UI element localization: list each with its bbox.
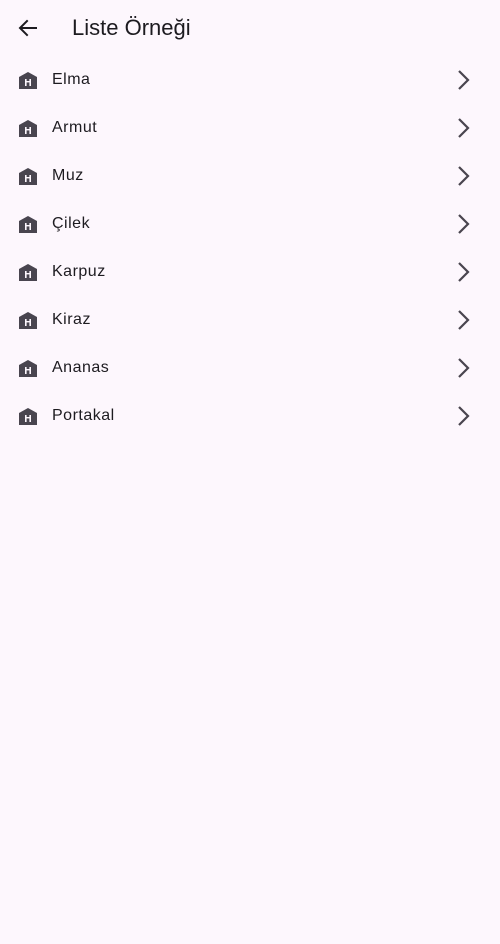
list-item-label: Armut xyxy=(52,119,98,136)
chevron-right-icon xyxy=(458,406,470,426)
list-item[interactable]: Kiraz xyxy=(0,296,500,344)
list-item[interactable]: Armut xyxy=(0,104,500,152)
store-icon xyxy=(19,408,37,425)
store-icon xyxy=(19,264,37,281)
chevron-right-icon xyxy=(458,166,470,186)
store-icon xyxy=(19,120,37,137)
store-icon xyxy=(19,168,37,185)
list-item-label: Ananas xyxy=(52,359,110,376)
chevron-right-icon xyxy=(458,118,470,138)
list-item-label: Kiraz xyxy=(52,311,91,328)
fruit-list: Elma Armut Muz Çilek Karpuz Kiraz Ananas… xyxy=(0,56,500,440)
chevron-right-icon xyxy=(458,262,470,282)
list-item[interactable]: Ananas xyxy=(0,344,500,392)
store-icon xyxy=(19,72,37,89)
store-icon xyxy=(19,216,37,233)
list-item-label: Portakal xyxy=(52,407,115,424)
chevron-right-icon xyxy=(458,70,470,90)
page-title: Liste Örneği xyxy=(72,15,191,40)
list-item-label: Çilek xyxy=(52,215,91,232)
list-item[interactable]: Elma xyxy=(0,56,500,104)
chevron-right-icon xyxy=(458,358,470,378)
chevron-right-icon xyxy=(458,214,470,234)
list-item-label: Elma xyxy=(52,71,91,88)
list-item[interactable]: Karpuz xyxy=(0,248,500,296)
chevron-right-icon xyxy=(458,310,470,330)
store-icon xyxy=(19,312,37,329)
list-item-label: Karpuz xyxy=(52,263,106,280)
arrow-back-icon xyxy=(18,19,37,37)
app-bar: Liste Örneği xyxy=(0,0,500,56)
list-item[interactable]: Portakal xyxy=(0,392,500,440)
list-item[interactable]: Muz xyxy=(0,152,500,200)
list-item-label: Muz xyxy=(52,167,84,184)
store-icon xyxy=(19,360,37,377)
back-button[interactable] xyxy=(12,12,44,44)
list-item[interactable]: Çilek xyxy=(0,200,500,248)
